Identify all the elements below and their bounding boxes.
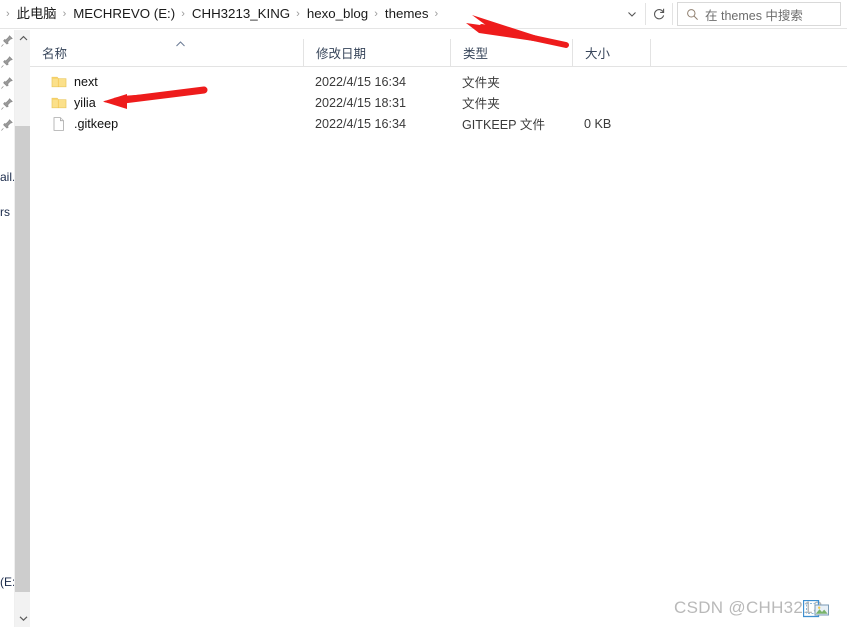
chevron-up-icon [19,35,27,41]
breadcrumb-separator: › [6,7,10,20]
pin-icon[interactable] [0,34,14,48]
breadcrumb-item-hexo-blog[interactable]: hexo_blog [305,4,370,24]
column-header-date-label: 修改日期 [316,47,367,61]
refresh-button[interactable] [646,1,672,27]
search-divider [672,3,673,25]
row-name-cell[interactable]: next [30,71,303,92]
row-name-label: yilia [74,95,96,110]
row-size-cell [572,92,650,113]
breadcrumb-separator-last[interactable]: › [430,8,443,20]
image-thumbnail-icon [802,599,829,622]
breadcrumb-separator: › [374,7,378,20]
file-rows: next 2022/4/15 16:34 文件夹 yilia 2022/4/15… [30,71,847,134]
pin-icon[interactable] [0,118,14,132]
row-name-label: next [74,74,98,89]
scrollbar-thumb[interactable] [15,126,31,592]
file-list-pane: 名称 修改日期 类型 大小 next 2022/4/15 16:34 文件夹 y… [30,30,847,627]
column-header-name-label: 名称 [42,47,68,61]
column-header-name[interactable]: 名称 [30,39,303,67]
folder-icon [51,74,67,90]
pin-icon[interactable] [0,55,14,69]
table-row[interactable]: yilia 2022/4/15 18:31 文件夹 [30,92,847,113]
table-row[interactable]: .gitkeep 2022/4/15 16:34 GITKEEP 文件 0 KB [30,113,847,134]
vertical-scrollbar[interactable] [14,30,31,627]
nav-fragment-drive-e[interactable]: (E: [0,575,14,589]
pin-icon[interactable] [0,76,14,90]
row-name-cell[interactable]: .gitkeep [30,113,303,134]
refresh-icon [654,8,665,20]
column-header-row: 名称 修改日期 类型 大小 [30,38,847,67]
breadcrumb-item-this-pc[interactable]: 此电脑 [15,4,59,24]
column-header-type[interactable]: 类型 [450,38,572,67]
file-explorer-window: › 此电脑 › MECHREVO (E:) › CHH3213_KING › h… [0,0,847,627]
breadcrumb-item-mechrevo-e[interactable]: MECHREVO (E:) [71,4,177,24]
column-header-size[interactable]: 大小 [572,38,650,67]
scrollbar-down-button[interactable] [15,610,31,627]
table-row[interactable]: next 2022/4/15 16:34 文件夹 [30,71,847,92]
row-name-cell[interactable]: yilia [30,92,303,113]
row-type-cell: GITKEEP 文件 [462,118,546,132]
address-bar: › 此电脑 › MECHREVO (E:) › CHH3213_KING › h… [0,0,847,29]
pin-icon[interactable] [0,97,14,111]
navigation-pane-remnant: ail. rs (E: [0,30,14,627]
chevron-down-icon [19,616,27,622]
history-dropdown-button[interactable] [619,1,645,27]
nav-fragment-mail[interactable]: ail. [0,170,14,184]
search-icon [682,8,702,21]
chevron-down-icon [628,12,636,17]
row-date-cell: 2022/4/15 16:34 [315,116,407,131]
column-header-date-modified[interactable]: 修改日期 [303,38,450,67]
row-size-cell: 0 KB [584,116,612,131]
search-placeholder: 在 themes 中搜索 [705,8,803,23]
breadcrumb-item-themes[interactable]: themes [383,4,431,24]
nav-fragment-users[interactable]: rs [0,205,10,219]
search-input[interactable]: 在 themes 中搜索 [677,2,841,26]
scrollbar-up-button[interactable] [15,30,31,47]
column-header-size-label: 大小 [585,47,611,61]
folder-icon [51,95,67,111]
row-type-cell: 文件夹 [462,76,500,90]
sort-ascending-icon [173,41,187,48]
column-header-type-label: 类型 [463,47,489,61]
breadcrumb: › 此电脑 › MECHREVO (E:) › CHH3213_KING › h… [0,2,443,26]
file-icon [51,116,67,132]
row-date-cell: 2022/4/15 16:34 [315,74,407,89]
row-type-cell: 文件夹 [462,97,500,111]
breadcrumb-item-chh3213-king[interactable]: CHH3213_KING [190,4,292,24]
row-size-cell [572,71,650,92]
row-date-cell: 2022/4/15 18:31 [315,95,407,110]
breadcrumb-separator: › [181,7,185,20]
column-header-filler [650,38,847,67]
breadcrumb-separator: › [296,7,300,20]
row-name-label: .gitkeep [74,116,119,131]
csdn-watermark: CSDN @CHH3213 [674,598,823,617]
breadcrumb-separator: › [62,7,67,20]
